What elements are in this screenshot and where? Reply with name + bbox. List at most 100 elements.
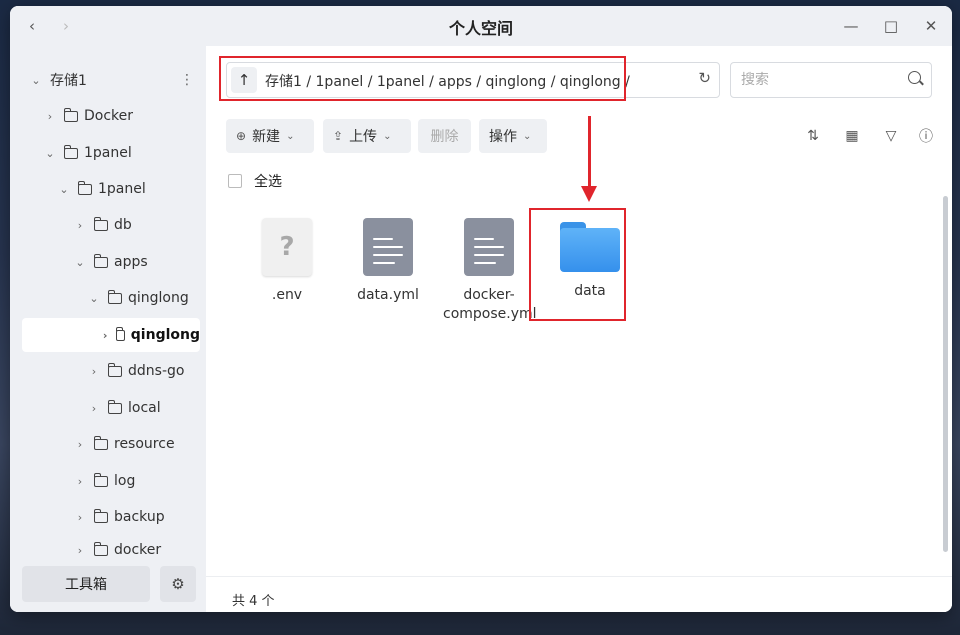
delete-button[interactable]: 删除 (418, 119, 471, 153)
up-arrow-icon[interactable]: ↑ (231, 67, 257, 93)
grid-view-icon[interactable]: ▦ (842, 126, 862, 146)
new-file-icon: ⊕ (236, 129, 247, 143)
sidebar-item-label: qinglong (128, 290, 189, 306)
annotation-arrow (588, 116, 591, 188)
settings-gear-icon[interactable]: ⚙ (160, 566, 196, 602)
path-bar[interactable]: ↑ 存储1 / 1panel / 1panel / apps / qinglon… (226, 62, 720, 98)
file-name: .env (271, 287, 303, 303)
upload-button[interactable]: ⇪ 上传 ⌄ (323, 119, 411, 153)
folder-icon (93, 472, 108, 487)
sidebar: ⌄ 存储1 ⋮ › Docker ⌄ 1panel ⌄ 1panel › db … (10, 46, 206, 612)
chevron-right-icon[interactable]: › (102, 329, 108, 342)
chevron-right-icon[interactable]: › (74, 544, 86, 557)
new-button[interactable]: ⊕ 新建 ⌄ (226, 119, 314, 153)
sidebar-item-label: apps (114, 254, 148, 270)
sidebar-item-label: Docker (84, 108, 134, 124)
title-bar: ‹ › 个人空间 — □ ✕ (10, 6, 952, 46)
folder-icon (77, 180, 92, 195)
action-button-label: 操作 (489, 129, 517, 145)
sidebar-item-label: 1panel (98, 181, 146, 197)
select-all-checkbox[interactable] (228, 174, 242, 188)
chevron-down-icon[interactable]: ⌄ (74, 256, 86, 269)
chevron-down-icon[interactable]: ⌄ (88, 292, 100, 305)
file-item-env[interactable]: ? .env (241, 218, 333, 305)
file-name: data.yml (357, 287, 419, 303)
status-bar: 共 4 个 (206, 576, 952, 612)
text-file-icon (464, 218, 514, 276)
refresh-icon[interactable]: ↻ (698, 69, 711, 87)
item-count: 共 4 个 (232, 594, 275, 609)
file-item-data-folder[interactable]: data (544, 218, 636, 301)
upload-icon: ⇪ (333, 129, 344, 143)
text-file-icon (363, 218, 413, 276)
info-icon[interactable]: ⓘ (916, 126, 936, 146)
select-all[interactable]: 全选 (228, 171, 282, 191)
chevron-right-icon[interactable]: › (74, 511, 86, 524)
chevron-down-icon[interactable]: ⌄ (30, 74, 42, 87)
folder-icon (93, 541, 108, 556)
chevron-down-icon[interactable]: ⌄ (58, 183, 70, 196)
upload-button-label: 上传 (349, 129, 378, 145)
sidebar-item-label: log (114, 473, 136, 489)
chevron-down-icon: ⌄ (383, 130, 392, 142)
storage-label: 存储1 (50, 73, 87, 89)
scrollbar[interactable] (943, 196, 948, 552)
action-button[interactable]: 操作 ⌄ (479, 119, 547, 153)
folder-icon (107, 399, 122, 414)
folder-icon (63, 144, 78, 159)
folder-icon (93, 216, 108, 231)
toolbox-button[interactable]: 工具箱 (22, 566, 150, 602)
folder-icon (107, 362, 122, 377)
sidebar-item-label: 1panel (84, 145, 132, 161)
chevron-down-icon: ⌄ (523, 130, 532, 142)
folder-icon (93, 435, 108, 450)
select-all-label: 全选 (254, 174, 282, 190)
path-text[interactable]: 存储1 / 1panel / 1panel / apps / qinglong … (265, 71, 630, 91)
chevron-down-icon[interactable]: ⌄ (44, 147, 56, 160)
file-name: data (574, 283, 606, 299)
unknown-file-icon: ? (262, 218, 312, 276)
sidebar-item-label: db (114, 217, 132, 233)
sort-icon[interactable]: ⇅ (803, 126, 823, 146)
main-panel: ↑ 存储1 / 1panel / 1panel / apps / qinglon… (206, 46, 952, 612)
new-button-label: 新建 (252, 129, 281, 145)
folder-icon (93, 508, 108, 523)
sidebar-item-label: qinglong (130, 327, 200, 343)
sidebar-item-label: backup (114, 509, 165, 525)
folder-icon (93, 253, 108, 268)
sidebar-item-label: resource (114, 436, 175, 452)
sidebar-item-label: local (128, 400, 161, 416)
sidebar-item-docker[interactable]: › Docker (22, 99, 222, 133)
search-icon[interactable] (908, 71, 921, 84)
chevron-right-icon[interactable]: › (88, 365, 100, 378)
chevron-down-icon: ⌄ (286, 130, 295, 142)
chevron-right-icon[interactable]: › (88, 402, 100, 415)
annotation-arrow-head (581, 186, 597, 202)
chevron-right-icon[interactable]: › (44, 110, 56, 123)
filter-icon[interactable]: ▽ (881, 126, 901, 146)
chevron-right-icon[interactable]: › (74, 438, 86, 451)
sidebar-item-1panel[interactable]: ⌄ 1panel (22, 136, 222, 170)
sidebar-item-qinglong-selected[interactable]: › qinglong (22, 318, 200, 352)
sidebar-item-label: docker (114, 542, 162, 558)
search-input[interactable] (739, 69, 893, 91)
chevron-right-icon[interactable]: › (74, 219, 86, 232)
maximize-button[interactable]: □ (879, 14, 903, 38)
minimize-button[interactable]: — (839, 14, 863, 38)
file-name: docker-compose.yml (443, 287, 537, 322)
folder-icon (107, 289, 122, 304)
search-box[interactable] (730, 62, 932, 98)
folder-icon (560, 222, 620, 272)
more-options-icon[interactable]: ⋮ (180, 72, 194, 88)
folder-icon (115, 326, 125, 341)
sidebar-item-label: ddns-go (128, 363, 185, 379)
file-item-docker-compose-yml[interactable]: docker-compose.yml (443, 218, 537, 324)
sidebar-storage-root[interactable]: ⌄ 存储1 ⋮ (22, 63, 208, 97)
window-title: 个人空间 (448, 19, 513, 38)
folder-icon (63, 107, 78, 122)
sidebar-item-1panel-sub[interactable]: ⌄ 1panel (22, 172, 236, 206)
chevron-right-icon[interactable]: › (74, 475, 86, 488)
file-item-data-yml[interactable]: data.yml (342, 218, 434, 305)
file-manager-window: ‹ › 个人空间 — □ ✕ ⌄ 存储1 ⋮ › Docker ⌄ 1panel… (10, 6, 952, 612)
close-button[interactable]: ✕ (919, 14, 943, 38)
